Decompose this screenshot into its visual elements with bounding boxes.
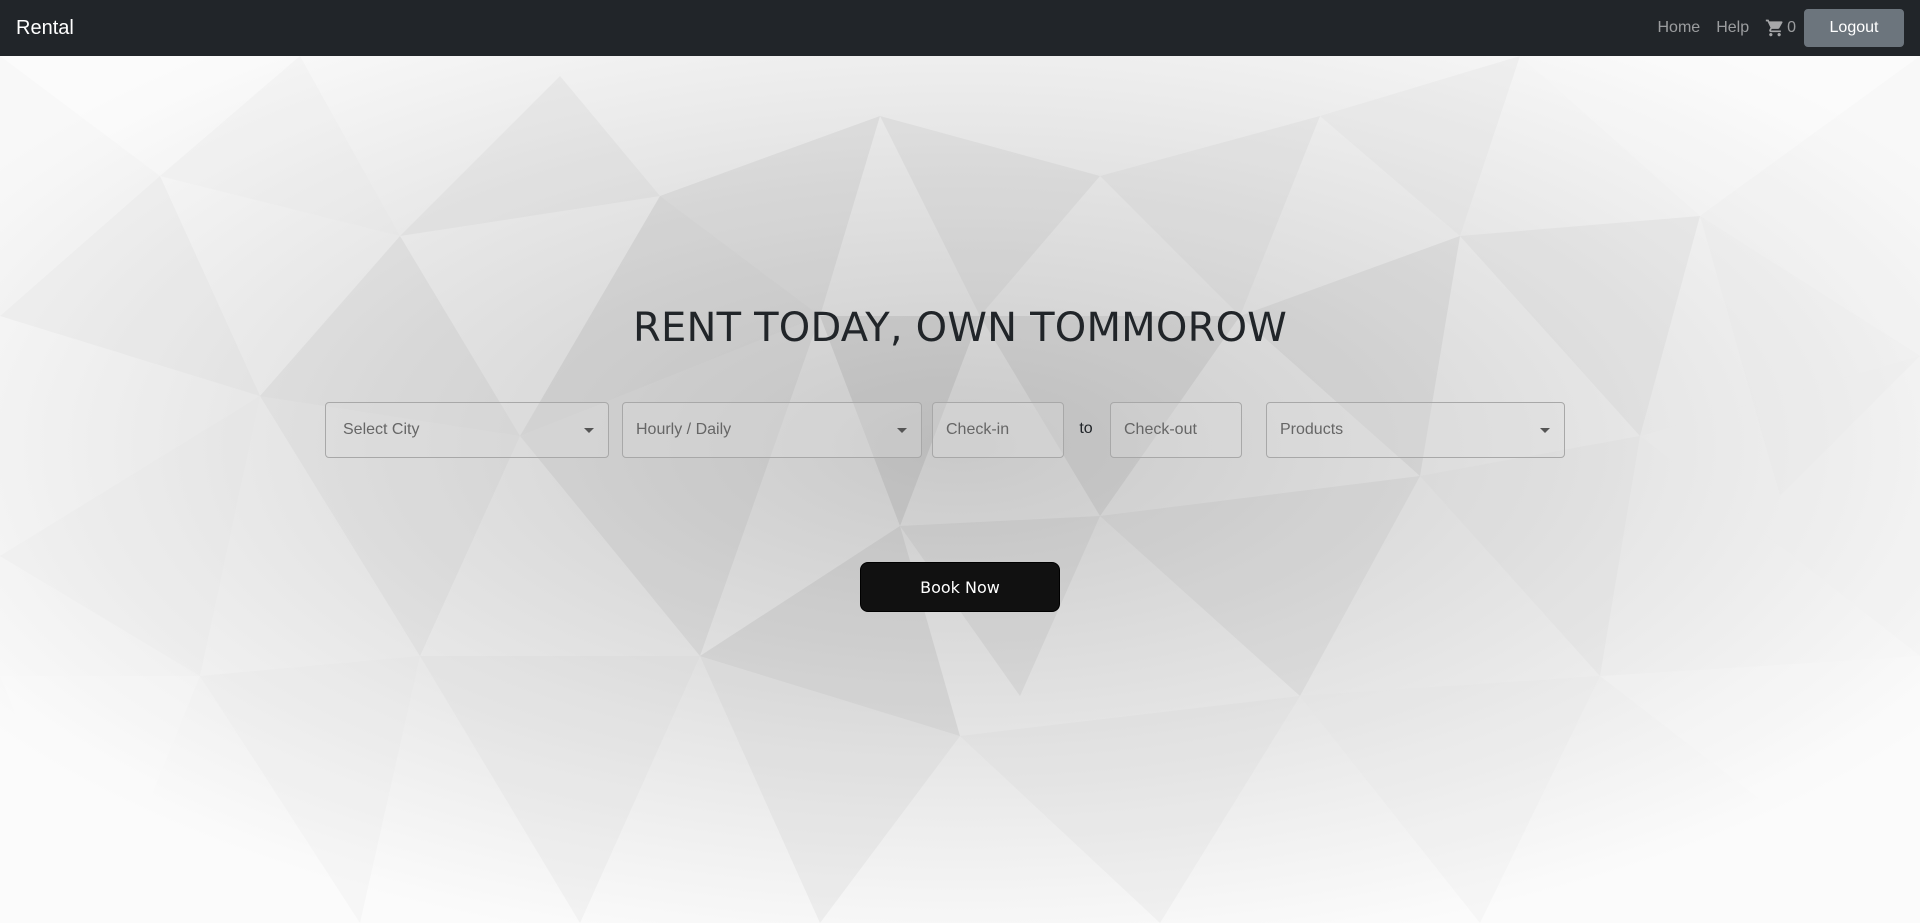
- products-select[interactable]: Products: [1266, 402, 1565, 458]
- rate-type-select[interactable]: Hourly / Daily: [622, 402, 922, 458]
- caret-down-icon: [1540, 428, 1550, 433]
- nav-help-link[interactable]: Help: [1716, 19, 1749, 37]
- caret-down-icon: [897, 428, 907, 433]
- caret-down-icon: [584, 428, 594, 433]
- checkin-input[interactable]: Check-in: [932, 402, 1064, 458]
- checkout-placeholder: Check-out: [1124, 421, 1197, 438]
- nav-links: Home Help 0 Logout: [1658, 0, 1904, 56]
- brand-link[interactable]: Rental: [16, 0, 74, 56]
- logout-button[interactable]: Logout: [1804, 9, 1904, 47]
- city-select[interactable]: Select City: [325, 402, 609, 458]
- city-select-value: Select City: [343, 421, 420, 438]
- checkin-placeholder: Check-in: [946, 421, 1010, 438]
- book-now-button[interactable]: Book Now: [860, 562, 1060, 612]
- top-navbar: Rental Home Help 0 Logout: [0, 0, 1920, 56]
- date-range-separator: to: [1079, 420, 1093, 437]
- hero-headline: RENT TODAY, OWN TOMMOROW: [633, 305, 1287, 351]
- low-poly-background: [0, 56, 1920, 923]
- cart-button[interactable]: 0: [1765, 18, 1796, 38]
- cart-count: 0: [1787, 19, 1796, 36]
- products-select-value: Products: [1280, 421, 1344, 438]
- nav-home-link[interactable]: Home: [1658, 19, 1701, 37]
- rate-type-select-value: Hourly / Daily: [636, 421, 732, 438]
- checkout-input[interactable]: Check-out: [1110, 402, 1242, 458]
- cart-icon: [1765, 19, 1783, 37]
- hero-section: RENT TODAY, OWN TOMMOROW Select City Hou…: [0, 56, 1920, 923]
